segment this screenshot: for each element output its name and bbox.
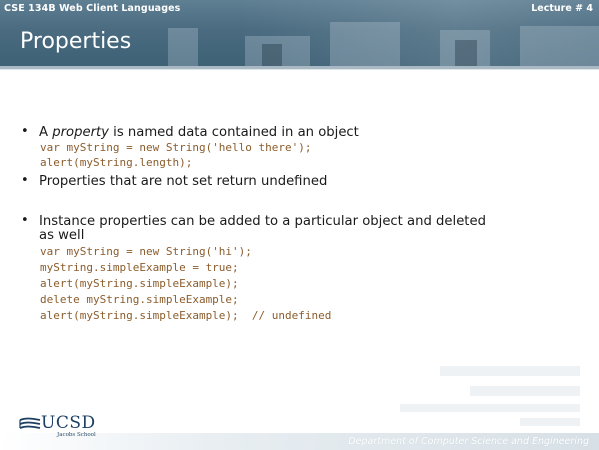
code-line: alert(myString.simpleExample); // undefi…: [40, 309, 332, 322]
bullet-text: Properties that are not set return undef…: [39, 174, 328, 189]
header-building-window: [455, 40, 477, 66]
header-divider-light: [0, 69, 599, 70]
department-name: Department of Computer Science and Engin…: [348, 436, 589, 447]
bullet-text: A property is named data contained in an…: [39, 125, 559, 140]
slide-header: CSE 134B Web Client Languages Lecture # …: [0, 0, 599, 66]
decor-bar: [440, 366, 580, 376]
lecture-number: Lecture # 4: [531, 3, 593, 14]
slide: CSE 134B Web Client Languages Lecture # …: [0, 0, 599, 450]
code-line: myString.simpleExample = true;: [40, 261, 239, 274]
header-building-wall: [520, 26, 599, 66]
bullet-marker: •: [21, 173, 29, 188]
bullet-text-line: Instance properties can be added to a pa…: [39, 214, 486, 229]
ucsd-logo: UCSD Jacobs School: [19, 413, 99, 439]
header-building-wall: [330, 22, 400, 66]
decor-bar: [520, 418, 580, 426]
code-line: alert(myString.length);: [40, 156, 193, 169]
header-building-window: [262, 44, 282, 66]
header-building-column: [168, 28, 198, 66]
code-line: delete myString.simpleExample;: [40, 293, 239, 306]
decor-bar: [400, 404, 580, 412]
bullet-marker: •: [21, 124, 29, 139]
bullet-text-prefix: A: [39, 125, 53, 140]
logo-text: UCSD: [41, 413, 96, 433]
code-line: var myString = new String('hello there')…: [40, 141, 312, 154]
code-line: alert(myString.simpleExample);: [40, 277, 239, 290]
bullet-text-suffix: is named data contained in an object: [108, 125, 359, 140]
bullet-text-line: as well: [39, 228, 85, 243]
logo-subtext: Jacobs School: [57, 432, 96, 438]
trident-icon: [19, 417, 41, 429]
bullet-marker: •: [21, 213, 29, 228]
code-line: var myString = new String('hi');: [40, 245, 252, 258]
bullet-text-emphasis: property: [52, 125, 109, 140]
course-name: CSE 134B Web Client Languages: [4, 3, 181, 14]
slide-title: Properties: [20, 29, 132, 54]
decor-bar: [470, 386, 580, 396]
